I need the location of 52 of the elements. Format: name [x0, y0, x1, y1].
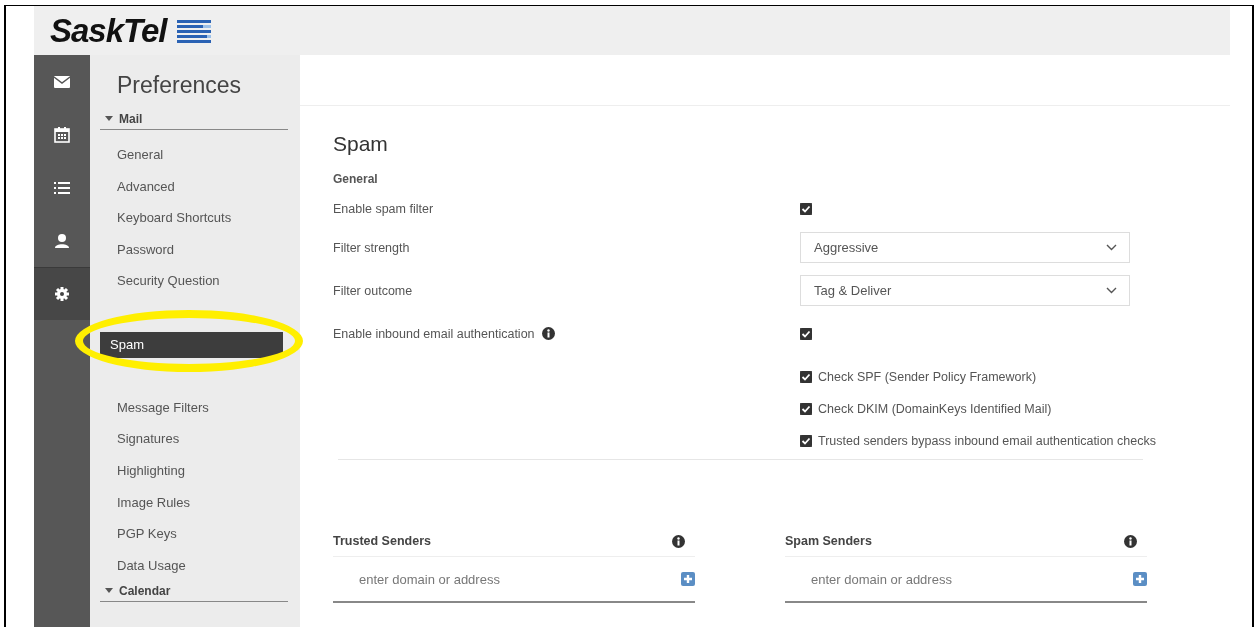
checkbox-label: Trusted senders bypass inbound email authentication checks	[818, 434, 1156, 448]
setting-label: Enable inbound email authentication	[333, 326, 535, 341]
sidebar-item[interactable]: Data Usage	[100, 549, 283, 582]
sidebar-item[interactable]: Image Rules	[100, 486, 283, 519]
checkbox-label: Check DKIM (DomainKeys Identified Mail)	[818, 402, 1052, 416]
sidebar-item[interactable]: Advanced	[100, 170, 283, 203]
sidebar-item[interactable]: Signatures	[100, 423, 283, 455]
list-icon	[53, 179, 71, 197]
dropdown[interactable]: Tag & Deliver	[800, 275, 1130, 306]
person-icon	[53, 232, 71, 250]
input-field[interactable]: enter domain or address	[809, 570, 1133, 588]
caret-icon	[105, 588, 113, 595]
page-title: Spam	[333, 132, 389, 157]
settings-icon	[53, 285, 71, 303]
checkbox[interactable]	[800, 403, 812, 415]
rail-tab[interactable]	[34, 267, 90, 320]
sidebar-item[interactable]: Security Question	[100, 265, 283, 297]
section-header[interactable]: Mail	[100, 109, 288, 130]
input-field[interactable]: enter domain or address	[357, 570, 681, 588]
add-button[interactable]	[1133, 572, 1147, 586]
checkbox[interactable]	[800, 371, 812, 383]
chevron-down-icon	[1106, 244, 1117, 251]
sidebar-item[interactable]: Highlighting	[100, 454, 283, 487]
envelope-icon	[53, 73, 71, 91]
add-button[interactable]	[681, 572, 695, 586]
chevron-down-icon	[1106, 287, 1117, 294]
logo-text: SaskTel	[50, 11, 167, 50]
info-icon[interactable]	[672, 534, 685, 548]
checkbox[interactable]	[800, 203, 812, 215]
setting-label: Filter outcome	[333, 283, 413, 298]
checkbox-label: Check SPF (Sender Policy Framework)	[818, 370, 1037, 384]
setting-label: Enable spam filter	[333, 202, 434, 216]
checkbox[interactable]	[800, 327, 812, 340]
sidebar-item[interactable]: Keyboard Shortcuts	[100, 202, 283, 234]
dropdown[interactable]: Aggressive	[800, 232, 1130, 263]
sidebar-item[interactable]: Password	[100, 233, 283, 266]
section-heading: General	[333, 172, 379, 188]
logo-stripes-icon	[176, 19, 211, 44]
sidebar-title: Preferences	[116, 71, 242, 97]
list-title: Trusted Senders	[333, 534, 431, 548]
list-title: Spam Senders	[785, 534, 872, 548]
setting-label: Filter strength	[333, 240, 410, 255]
section-header[interactable]: Calendar	[100, 581, 288, 603]
sidebar-item[interactable]: PGP Keys	[100, 518, 283, 550]
calendar-icon	[53, 126, 71, 144]
info-icon[interactable]	[1124, 534, 1137, 548]
sidebar-item[interactable]: General	[100, 139, 283, 171]
sidebar-item[interactable]: Spam	[100, 331, 283, 358]
info-icon[interactable]	[541, 327, 555, 340]
caret-icon	[105, 116, 113, 122]
sidebar-item[interactable]: Message Filters	[100, 391, 283, 424]
checkbox[interactable]	[800, 435, 812, 447]
